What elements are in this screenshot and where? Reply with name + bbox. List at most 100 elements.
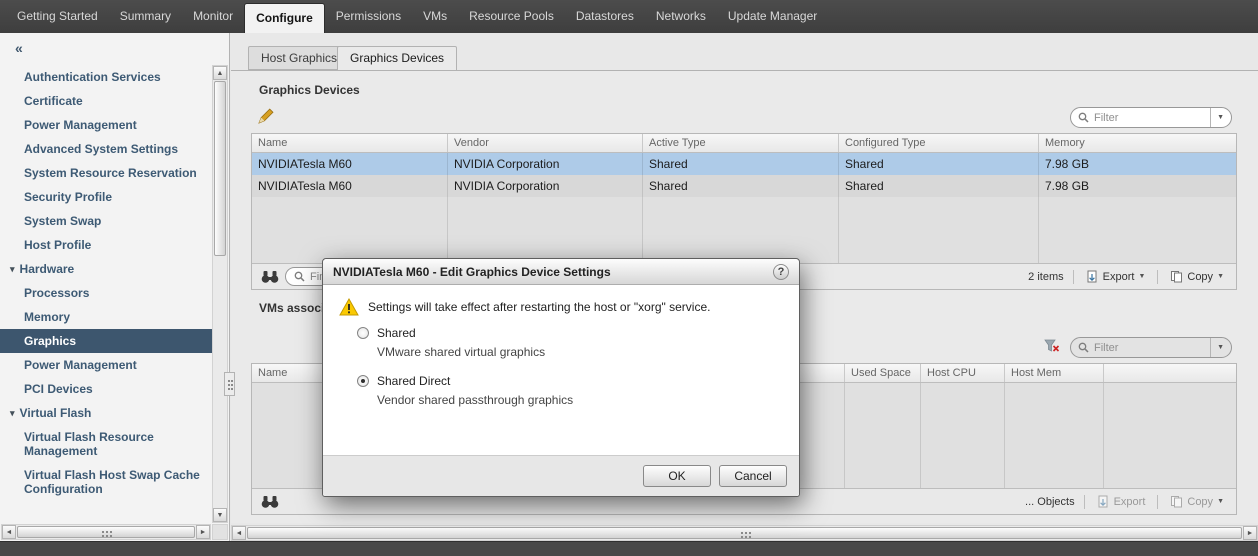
column-header-vendor[interactable]: Vendor bbox=[448, 134, 643, 152]
scroll-right-icon[interactable]: ► bbox=[1243, 526, 1257, 540]
sidebar-item-memory[interactable]: Memory bbox=[0, 305, 213, 329]
sidebar-collapse-icon[interactable]: « bbox=[15, 40, 23, 56]
radio-shared[interactable] bbox=[357, 327, 369, 339]
vsphere-client-window: Getting Started Summary Monitor Configur… bbox=[0, 0, 1258, 556]
column-header-host-mem[interactable]: Host Mem bbox=[1005, 364, 1104, 382]
help-button[interactable]: ? bbox=[773, 264, 789, 280]
find-binoculars-icon[interactable] bbox=[261, 270, 279, 284]
sidebar-item-advanced-system-settings[interactable]: Advanced System Settings bbox=[0, 137, 213, 161]
option-label: Shared Direct bbox=[377, 374, 573, 388]
sidebar-item-graphics[interactable]: Graphics bbox=[0, 329, 213, 353]
export-icon bbox=[1097, 495, 1110, 508]
sidebar-item-processors[interactable]: Processors bbox=[0, 281, 213, 305]
option-label: Shared bbox=[377, 326, 545, 340]
column-header-active-type[interactable]: Active Type bbox=[643, 134, 839, 152]
tab-summary[interactable]: Summary bbox=[109, 0, 182, 33]
dialog-titlebar[interactable]: NVIDIATesla M60 - Edit Graphics Device S… bbox=[323, 259, 799, 285]
sidebar-item-pci-devices[interactable]: PCI Devices bbox=[0, 377, 213, 401]
ok-button[interactable]: OK bbox=[643, 465, 711, 487]
copy-button[interactable]: Copy ▼ bbox=[1167, 493, 1227, 510]
subtab-host-graphics[interactable]: Host Graphics bbox=[248, 46, 350, 70]
devices-table-header: Name Vendor Active Type Configured Type … bbox=[252, 134, 1236, 153]
content-hscroll-thumb[interactable] bbox=[247, 527, 1242, 539]
filter-dropdown-icon[interactable]: ▼ bbox=[1210, 338, 1227, 357]
option-shared[interactable]: Shared VMware shared virtual graphics bbox=[357, 326, 545, 359]
scroll-up-icon[interactable]: ▲ bbox=[213, 66, 227, 80]
sidebar-horizontal-scrollbar[interactable]: ◄ ► bbox=[1, 524, 211, 540]
sidebar-group-hardware[interactable]: ▾Hardware bbox=[0, 257, 213, 281]
table-row[interactable]: NVIDIATesla M60 NVIDIA Corporation Share… bbox=[252, 153, 1236, 175]
scroll-left-icon[interactable]: ◄ bbox=[232, 526, 246, 540]
filter-placeholder: Filter bbox=[1094, 342, 1210, 354]
sidebar-item-virtual-flash-resource-management[interactable]: Virtual Flash Resource Management bbox=[0, 425, 213, 463]
warning-icon bbox=[339, 298, 359, 316]
dialog-body: Settings will take effect after restarti… bbox=[323, 285, 799, 455]
copy-icon bbox=[1170, 495, 1183, 508]
option-description: VMware shared virtual graphics bbox=[377, 345, 545, 359]
tab-resource-pools[interactable]: Resource Pools bbox=[458, 0, 565, 33]
sidebar-item-authentication-services[interactable]: Authentication Services bbox=[0, 65, 213, 89]
export-button[interactable]: Export bbox=[1094, 493, 1149, 510]
sidebar-item-system-resource-reservation[interactable]: System Resource Reservation bbox=[0, 161, 213, 185]
column-header-used-space[interactable]: Used Space bbox=[845, 364, 921, 382]
vms-filter-input[interactable]: Filter ▼ bbox=[1070, 337, 1232, 358]
sidebar-item-security-profile[interactable]: Security Profile bbox=[0, 185, 213, 209]
scroll-grip-icon bbox=[106, 531, 108, 533]
table-row[interactable]: NVIDIATesla M60 NVIDIA Corporation Share… bbox=[252, 175, 1236, 197]
column-header-name[interactable]: Name bbox=[252, 134, 448, 152]
tab-getting-started[interactable]: Getting Started bbox=[6, 0, 109, 33]
chevron-down-icon: ▾ bbox=[10, 264, 15, 274]
sidebar-vertical-scrollbar[interactable]: ▲ ▼ bbox=[212, 65, 228, 523]
devices-filter-input[interactable]: Filter ▼ bbox=[1070, 107, 1232, 128]
dialog-title: NVIDIATesla M60 - Edit Graphics Device S… bbox=[333, 265, 611, 279]
scrollbar-corner bbox=[212, 524, 228, 540]
sidebar-hscroll-thumb[interactable] bbox=[17, 526, 195, 538]
clear-filter-button[interactable] bbox=[1044, 339, 1060, 356]
tab-datastores[interactable]: Datastores bbox=[565, 0, 645, 33]
tab-update-manager[interactable]: Update Manager bbox=[717, 0, 828, 33]
sidebar-item-host-profile[interactable]: Host Profile bbox=[0, 233, 213, 257]
export-button[interactable]: Export ▼ bbox=[1083, 268, 1149, 285]
sidebar-vscroll-thumb[interactable] bbox=[214, 81, 226, 256]
panel-splitter-grip[interactable] bbox=[224, 372, 235, 396]
scroll-right-icon[interactable]: ► bbox=[196, 525, 210, 539]
cancel-button[interactable]: Cancel bbox=[719, 465, 787, 487]
search-icon bbox=[1078, 342, 1089, 353]
section-title: Graphics Devices bbox=[259, 83, 360, 97]
tab-configure[interactable]: Configure bbox=[244, 3, 325, 33]
sidebar-item-certificate[interactable]: Certificate bbox=[0, 89, 213, 113]
tab-monitor[interactable]: Monitor bbox=[182, 0, 244, 33]
warning-text: Settings will take effect after restarti… bbox=[368, 298, 710, 314]
scroll-grip-icon bbox=[745, 532, 747, 534]
search-icon bbox=[294, 271, 305, 282]
scroll-down-icon[interactable]: ▼ bbox=[213, 508, 227, 522]
option-shared-direct[interactable]: Shared Direct Vendor shared passthrough … bbox=[357, 374, 573, 407]
edit-graphics-device-dialog: NVIDIATesla M60 - Edit Graphics Device S… bbox=[322, 258, 800, 497]
tab-permissions[interactable]: Permissions bbox=[325, 0, 412, 33]
column-header-configured-type[interactable]: Configured Type bbox=[839, 134, 1039, 152]
content-horizontal-scrollbar[interactable]: ◄ ► bbox=[231, 525, 1258, 541]
radio-shared-direct[interactable] bbox=[357, 375, 369, 387]
clear-filter-icon bbox=[1044, 339, 1060, 353]
sidebar-item-power-management[interactable]: Power Management bbox=[0, 113, 213, 137]
filter-dropdown-icon[interactable]: ▼ bbox=[1210, 108, 1227, 127]
tab-vms[interactable]: VMs bbox=[412, 0, 458, 33]
sidebar-item-power-management-hw[interactable]: Power Management bbox=[0, 353, 213, 377]
dropdown-icon: ▼ bbox=[1138, 273, 1145, 280]
dropdown-icon: ▼ bbox=[1217, 498, 1224, 505]
sidebar-item-virtual-flash-host-swap-cache-configuration[interactable]: Virtual Flash Host Swap Cache Configurat… bbox=[0, 463, 213, 501]
grip-dots-icon bbox=[228, 380, 230, 382]
column-header-host-cpu[interactable]: Host CPU bbox=[921, 364, 1005, 382]
sidebar-item-system-swap[interactable]: System Swap bbox=[0, 209, 213, 233]
edit-graphics-device-button[interactable] bbox=[258, 108, 280, 128]
tab-networks[interactable]: Networks bbox=[645, 0, 717, 33]
find-binoculars-icon[interactable] bbox=[261, 495, 279, 509]
sidebar-group-virtual-flash[interactable]: ▾Virtual Flash bbox=[0, 401, 213, 425]
copy-button[interactable]: Copy ▼ bbox=[1167, 268, 1227, 285]
scroll-left-icon[interactable]: ◄ bbox=[2, 525, 16, 539]
column-header-memory[interactable]: Memory bbox=[1039, 134, 1236, 152]
dialog-footer: OK Cancel bbox=[323, 455, 799, 496]
search-icon bbox=[1078, 112, 1089, 123]
subtab-graphics-devices[interactable]: Graphics Devices bbox=[337, 46, 457, 71]
column-header-blank bbox=[1104, 364, 1236, 382]
